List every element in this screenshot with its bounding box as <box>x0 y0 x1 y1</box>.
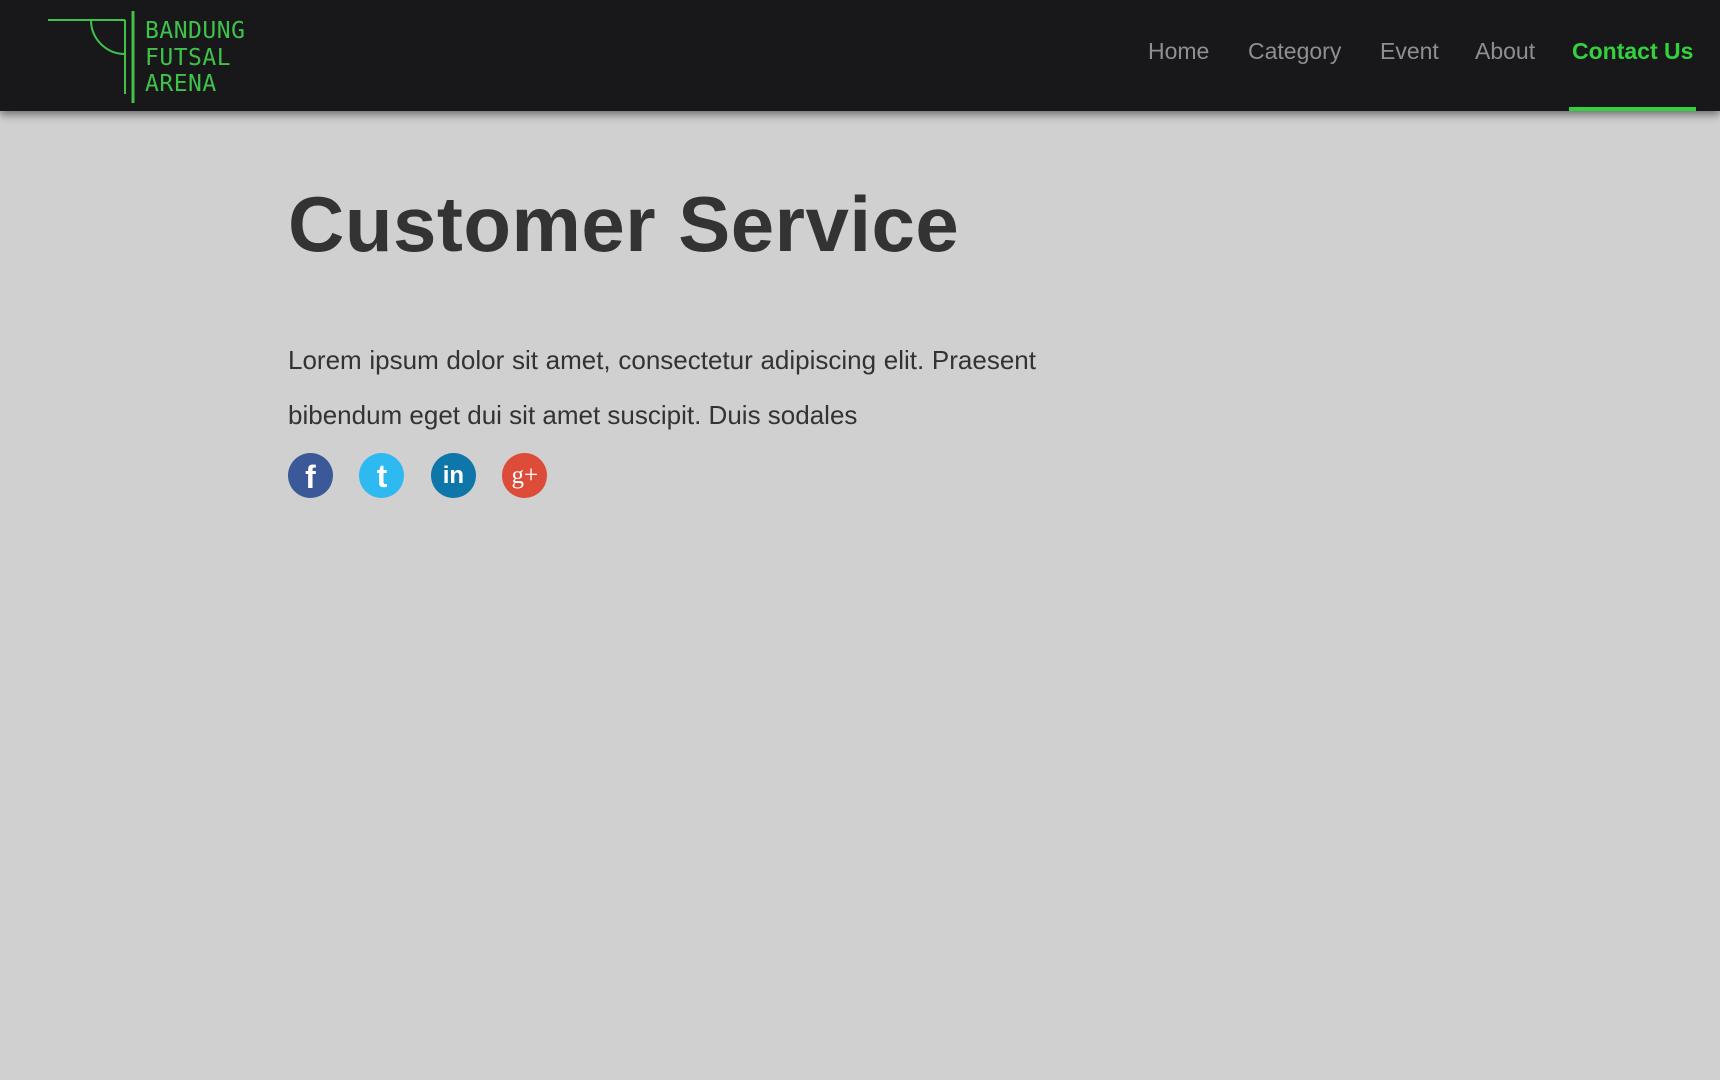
goal-corner-icon <box>48 11 135 103</box>
nav-event[interactable]: Event <box>1380 38 1439 65</box>
brand-line: BANDUNG <box>145 18 246 44</box>
facebook-glyph: f <box>305 459 316 495</box>
linkedin-glyph: in <box>442 462 465 489</box>
brand-line: FUTSAL <box>145 44 232 71</box>
social-links: f t in g+ <box>288 453 1048 499</box>
brand-logo[interactable]: BANDUNG FUTSAL ARENA <box>46 9 246 105</box>
brand-name: BANDUNG FUTSAL ARENA <box>145 18 245 98</box>
nav-category[interactable]: Category <box>1248 38 1341 65</box>
google-plus-icon[interactable]: g+ <box>502 453 548 498</box>
nav-about[interactable]: About <box>1475 38 1535 65</box>
nav-home[interactable]: Home <box>1148 38 1209 65</box>
twitter-glyph: t <box>376 458 388 494</box>
nav-contact-us[interactable]: Contact Us <box>1572 38 1693 65</box>
active-nav-indicator <box>1569 107 1696 111</box>
brand-line: ARENA <box>145 71 217 97</box>
facebook-icon[interactable]: f <box>288 453 333 498</box>
google-plus-glyph: g+ <box>511 462 539 489</box>
linkedin-icon[interactable]: in <box>430 453 476 498</box>
main-content: Customer Service Lorem ipsum dolor sit a… <box>288 176 1048 499</box>
page-title: Customer Service <box>288 180 960 268</box>
intro-paragraph: Lorem ipsum dolor sit amet, consectetur … <box>288 345 1036 430</box>
twitter-icon[interactable]: t <box>359 453 405 498</box>
site-header: BANDUNG FUTSAL ARENA Home Category Event… <box>0 0 1720 111</box>
